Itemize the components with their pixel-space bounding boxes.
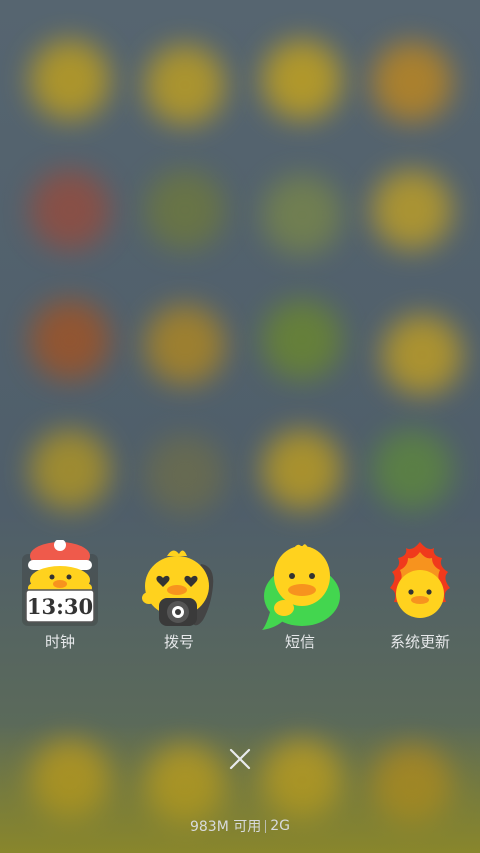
recent-app-clock[interactable]: 13:30 时钟 bbox=[5, 539, 115, 660]
recent-app-messages[interactable]: 短信 bbox=[245, 540, 355, 660]
app-label-clock: 时钟 bbox=[44, 633, 75, 651]
clear-recents-button[interactable] bbox=[222, 741, 258, 777]
messages-icon bbox=[260, 540, 340, 632]
memory-available: 983M 可用 bbox=[189, 819, 262, 835]
recent-apps-row: 13:30 时钟 拨号 短信 系统更新 bbox=[0, 539, 480, 660]
memory-total: 2G bbox=[270, 818, 291, 834]
recent-app-dialer[interactable]: 拨号 bbox=[124, 540, 234, 660]
system-update-icon bbox=[380, 540, 460, 632]
phone-dialer-icon bbox=[139, 540, 219, 632]
clock-time-text: 13:30 bbox=[27, 594, 93, 619]
app-label-messages: 短信 bbox=[284, 633, 315, 651]
blurred-home-background bbox=[0, 0, 480, 853]
close-icon bbox=[229, 748, 251, 770]
app-label-dialer: 拨号 bbox=[163, 633, 194, 651]
recent-app-system-update[interactable]: 系统更新 bbox=[365, 540, 475, 660]
app-label-system-update: 系统更新 bbox=[389, 633, 450, 651]
memory-status: 983M 可用 2G bbox=[0, 815, 480, 837]
clock-icon: 13:30 bbox=[20, 539, 100, 632]
memory-divider bbox=[265, 819, 267, 833]
